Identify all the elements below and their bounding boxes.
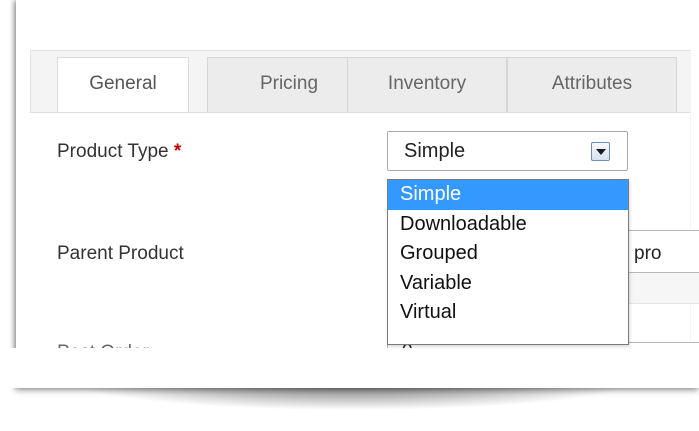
tab-label: General — [89, 73, 157, 94]
dropdown-option-downloadable[interactable]: Downloadable — [388, 210, 628, 240]
tab-label: Pricing — [259, 73, 319, 94]
tab-label: Inventory — [387, 73, 467, 94]
dropdown-option-simple[interactable]: Simple — [388, 180, 628, 210]
tab-label: Attributes — [551, 73, 633, 94]
card-lower-margin — [0, 351, 699, 388]
required-marker: * — [173, 141, 182, 162]
product-type-label: Product Type * — [57, 141, 182, 162]
tab-inventory[interactable]: Inventory — [347, 57, 507, 113]
product-data-panel: General Pricing Inventory Attributes Pro… — [0, 0, 699, 431]
product-type-dropdown[interactable]: Simple Downloadable Grouped Variable Vir… — [387, 179, 629, 345]
tab-attributes[interactable]: Attributes — [507, 57, 677, 113]
input-value: pro — [634, 243, 662, 264]
parent-product-label: Parent Product — [57, 243, 184, 264]
product-type-select[interactable]: Simple — [387, 131, 628, 171]
select-value: Simple — [404, 140, 466, 162]
dropdown-option-virtual[interactable]: Virtual — [388, 298, 628, 328]
dropdown-option-variable[interactable]: Variable — [388, 269, 628, 299]
dropdown-option-grouped[interactable]: Grouped — [388, 239, 628, 269]
tab-general[interactable]: General — [57, 57, 189, 115]
chevron-down-icon[interactable] — [591, 142, 610, 161]
